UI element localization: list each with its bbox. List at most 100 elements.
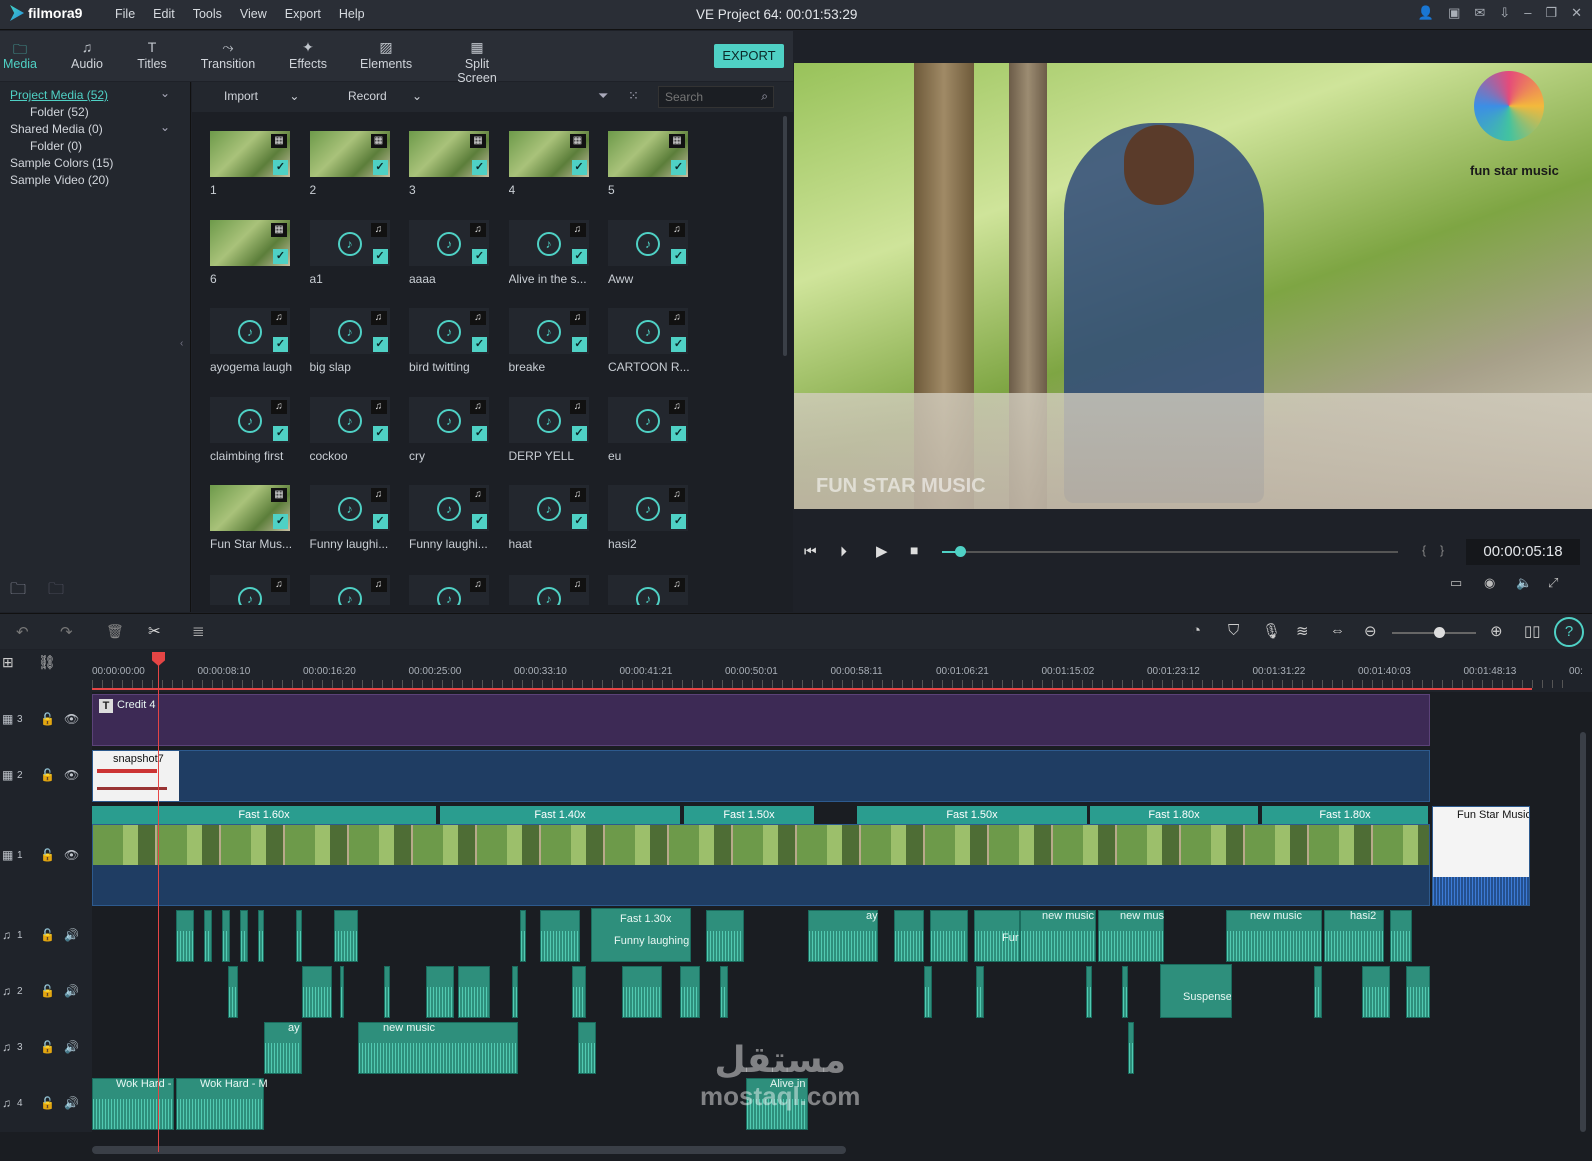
audio-clip[interactable] <box>240 910 248 962</box>
audio-clip[interactable] <box>1122 966 1128 1018</box>
step-back-icon[interactable]: ⏮ <box>804 543 817 560</box>
tab-effects[interactable]: ✦ Effects <box>286 39 330 71</box>
audio-clip[interactable] <box>296 910 302 962</box>
audio-clip[interactable] <box>1390 910 1412 962</box>
new-folder-icon[interactable]: 🗀 <box>10 578 26 605</box>
tab-transition[interactable]: ⤳ Transition <box>200 39 256 71</box>
media-item[interactable]: ♪ ♫ ✓ hasi2 <box>608 485 688 557</box>
speaker-icon[interactable]: 🔊 <box>64 1096 79 1110</box>
audio-clip[interactable] <box>894 910 924 962</box>
fit-icon[interactable]: ⇔ <box>1330 622 1345 639</box>
menu-help[interactable]: Help <box>330 7 374 21</box>
minimize-icon[interactable]: – <box>1524 5 1531 21</box>
eye-icon[interactable]: 👁 <box>64 768 79 782</box>
media-item[interactable]: ♪ ♫ ✓ Aww <box>608 219 688 292</box>
media-item[interactable]: ♪ ♫ ✓ cry <box>409 396 489 469</box>
audio-clip[interactable] <box>1128 1022 1134 1074</box>
media-item[interactable]: ▦ ✓ 6 <box>210 219 290 292</box>
media-item[interactable]: ▦ ✓ 3 <box>409 131 489 203</box>
add-track-icon[interactable]: ⊞ <box>2 654 14 671</box>
eye-icon[interactable]: 👁 <box>64 848 79 862</box>
menu-view[interactable]: View <box>231 7 276 21</box>
zoom-slider-handle[interactable] <box>1434 627 1445 638</box>
audio-clip[interactable] <box>512 966 518 1018</box>
media-item[interactable]: ♪ ♫ <box>608 575 688 605</box>
snapshot-icon[interactable]: ◉ <box>1484 575 1495 591</box>
speed-segment[interactable]: Fast 1.80x <box>1090 806 1260 824</box>
audio-clip[interactable] <box>706 910 744 962</box>
media-item[interactable]: ♪ ♫ ✓ Alive in the s... <box>508 219 589 292</box>
main-video-clip[interactable] <box>92 824 1430 906</box>
media-item[interactable]: ♪ ♫ <box>309 575 390 605</box>
audio-clip[interactable] <box>622 966 662 1018</box>
media-item[interactable]: ♪ ♫ ✓ DERP YELL <box>508 396 589 469</box>
media-item[interactable]: ♪ ♫ ✓ eu <box>608 396 688 469</box>
tab-media[interactable]: 🗀 Media <box>2 39 38 71</box>
tab-audio[interactable]: ♫ Audio <box>66 39 108 71</box>
speed-segment[interactable]: Fast 1.50x <box>857 806 1089 824</box>
render-icon[interactable]: ◔ <box>1192 622 1201 639</box>
play-icon[interactable]: ▶ <box>876 542 888 560</box>
media-item[interactable]: ▦ ✓ 5 <box>608 131 688 203</box>
media-item[interactable]: ▦ ✓ Fun Star Mus... <box>210 485 292 557</box>
media-item[interactable]: ♪ ♫ ✓ cockoo <box>309 396 390 469</box>
media-item[interactable]: ♪ ♫ <box>508 575 589 605</box>
audio-mixer-icon[interactable]: ≋ <box>1296 622 1309 640</box>
panel-toggle-icon[interactable]: ▯▯ <box>1524 622 1541 640</box>
media-item[interactable]: ▦ ✓ 4 <box>508 131 589 203</box>
media-item[interactable]: ♪ ♫ ✓ CARTOON R... <box>608 308 690 380</box>
audio-clip[interactable] <box>228 966 238 1018</box>
collapse-arrow-icon[interactable]: ‹ <box>180 338 183 349</box>
library-shared-folder[interactable]: Folder (0) <box>30 139 82 153</box>
media-item[interactable]: ♪ ♫ ✓ Funny laughi... <box>409 485 489 557</box>
media-item[interactable]: ♪ ♫ ✓ ayogema laugh <box>210 308 292 380</box>
lock-icon[interactable]: 🔓 <box>40 768 55 782</box>
microphone-icon[interactable]: 🎙 <box>1262 622 1281 640</box>
menu-file[interactable]: File <box>106 7 144 21</box>
export-button[interactable]: EXPORT <box>714 44 784 68</box>
title-clip-credit[interactable]: T Credit 4 <box>92 694 1430 746</box>
account-icon[interactable]: 👤 <box>1418 5 1434 21</box>
audio-clip[interactable] <box>204 910 212 962</box>
library-folder[interactable]: Folder (52) <box>30 105 89 119</box>
library-sample-video[interactable]: Sample Video (20) <box>10 173 109 187</box>
eye-icon[interactable]: 👁 <box>64 712 79 726</box>
progress-track[interactable] <box>942 551 1398 553</box>
media-item[interactable]: ♪ ♫ <box>210 575 290 605</box>
media-item[interactable]: ♪ ♫ ✓ a1 <box>309 219 390 292</box>
redo-icon[interactable]: ↷ <box>60 623 73 641</box>
audio-clip[interactable] <box>572 966 586 1018</box>
endcard-clip[interactable]: Fun Star Music <box>1432 806 1530 906</box>
undo-icon[interactable]: ↶ <box>16 623 29 641</box>
library-shared-media[interactable]: Shared Media (0) <box>10 122 103 136</box>
audio-clip[interactable] <box>720 966 728 1018</box>
unlink-icon[interactable]: ⛓ <box>38 654 56 671</box>
audio-clip[interactable] <box>1086 966 1092 1018</box>
audio-clip[interactable] <box>1406 966 1430 1018</box>
audio-clip[interactable] <box>258 910 264 962</box>
import-dropdown[interactable]: Import ⌄ <box>224 89 299 103</box>
zoom-out-icon[interactable]: ⊖ <box>1364 622 1377 640</box>
close-icon[interactable]: ✕ <box>1571 5 1582 21</box>
mark-out-icon[interactable]: } <box>1440 543 1444 557</box>
save-icon[interactable]: ▣ <box>1448 5 1460 21</box>
speed-segment[interactable]: Fast 1.80x <box>1262 806 1430 824</box>
lock-icon[interactable]: 🔓 <box>40 712 55 726</box>
chevron-down-icon[interactable]: ⌄ <box>160 120 170 134</box>
volume-icon[interactable]: 🔈 <box>1516 575 1532 591</box>
speed-segment[interactable]: Fast 1.50x <box>684 806 816 824</box>
library-project-media[interactable]: Project Media (52) <box>10 88 108 102</box>
media-scrollbar[interactable] <box>783 116 787 356</box>
audio-clip[interactable] <box>176 910 194 962</box>
menu-tools[interactable]: Tools <box>184 7 231 21</box>
audio-clip[interactable] <box>222 910 230 962</box>
menu-export[interactable]: Export <box>276 7 330 21</box>
help-icon[interactable]: ? <box>1554 617 1584 647</box>
audio-clip[interactable] <box>578 1022 596 1074</box>
library-sample-colors[interactable]: Sample Colors (15) <box>10 156 113 170</box>
download-icon[interactable]: ⇩ <box>1499 5 1510 21</box>
video2-track-clip[interactable]: snapshot7 <box>92 750 1430 802</box>
lock-icon[interactable]: 🔓 <box>40 848 55 862</box>
tab-split-screen[interactable]: ▦ Split Screen <box>444 39 510 85</box>
search-input[interactable] <box>659 87 749 107</box>
